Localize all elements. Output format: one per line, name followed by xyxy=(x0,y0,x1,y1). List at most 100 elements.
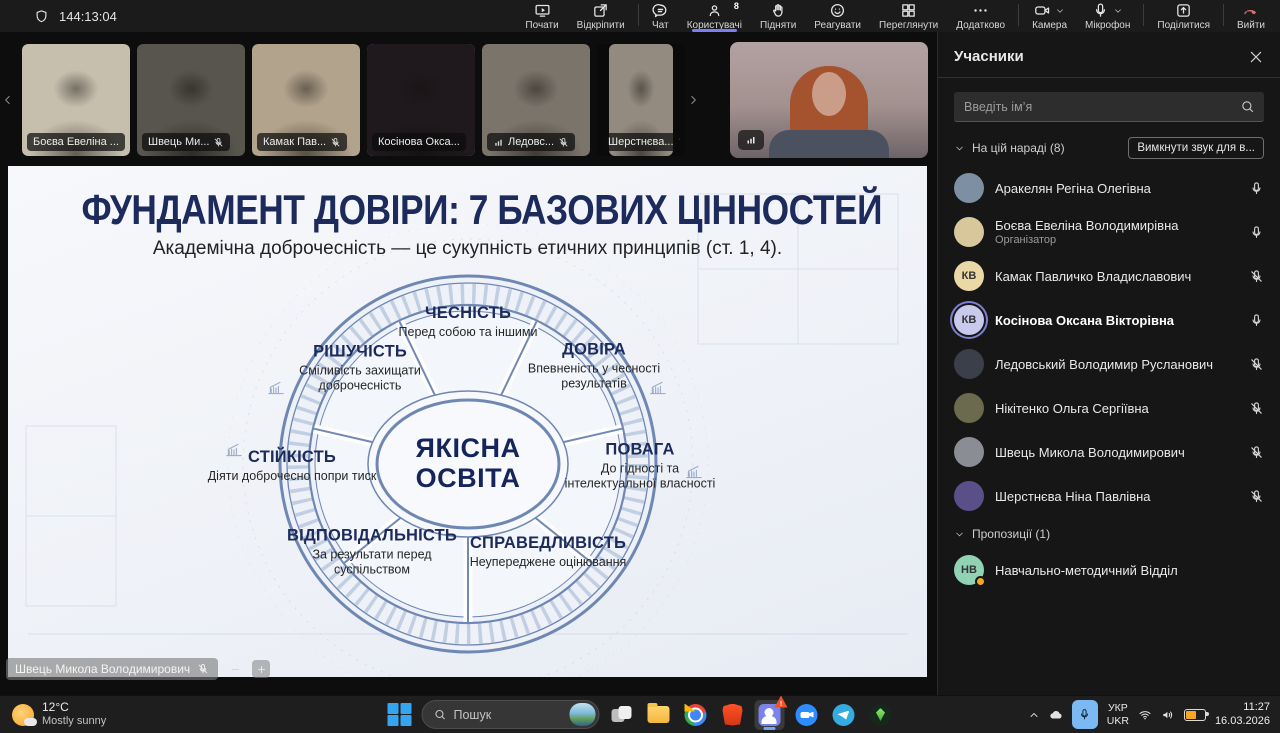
wheel-segment-label: РІШУЧІСТЬ Сміливість захищати доброчесні… xyxy=(274,342,446,394)
participant-name: Боєва Евеліна Володимирівна xyxy=(995,218,1179,233)
chat-button[interactable]: Чат xyxy=(643,0,678,32)
meeting-toolbar: 144:13:04 Почати Відкріпити Чат 8 Корист… xyxy=(0,0,1280,32)
participant-row[interactable]: Нікітенко Ольга Сергіївна xyxy=(938,386,1280,430)
chevron-down-icon[interactable] xyxy=(1055,6,1065,16)
video-tile[interactable]: Швець Ми... xyxy=(137,44,245,156)
taskbar-search[interactable] xyxy=(421,700,600,729)
mic-on-icon[interactable] xyxy=(1249,225,1264,240)
file-explorer-button[interactable] xyxy=(644,700,674,730)
react-button[interactable]: Реагувати xyxy=(805,0,870,32)
mic-in-use-indicator[interactable] xyxy=(1071,700,1098,729)
mic-muted-icon[interactable] xyxy=(1249,357,1264,372)
mute-all-button[interactable]: Вимкнути звук для в... xyxy=(1128,137,1264,159)
participant-name: Камак Павличко Владиславович xyxy=(995,268,1192,284)
avatar xyxy=(954,173,984,203)
chevron-down-icon[interactable] xyxy=(1113,6,1123,16)
divider xyxy=(1143,4,1145,26)
react-smiley-icon xyxy=(829,2,846,19)
segment-description: Перед собою та іншими xyxy=(398,324,538,339)
mic-icon xyxy=(1092,2,1109,19)
participant-name: Шерстнєва... xyxy=(608,136,674,148)
participant-row[interactable]: Боєва Евеліна Володимирівна Організатор xyxy=(938,210,1280,254)
raise-hand-button[interactable]: Підняти xyxy=(751,0,805,32)
suggestion-row[interactable]: НВ Навчально-методичний Відділ xyxy=(938,548,1280,592)
avatar-initials: КВ xyxy=(961,314,977,326)
segment-description: За результати перед суспільством xyxy=(312,547,432,577)
mic-muted-icon[interactable] xyxy=(1249,269,1264,284)
participant-row[interactable]: Шерстнєва Ніна Павлівна xyxy=(938,474,1280,518)
windows-start-button[interactable] xyxy=(385,700,415,730)
participant-row[interactable]: КВ Камак Павличко Владиславович xyxy=(938,254,1280,298)
zoom-out-button[interactable] xyxy=(226,660,244,678)
mic-on-icon[interactable] xyxy=(1249,181,1264,196)
chevron-up-icon[interactable] xyxy=(1028,709,1040,721)
section-suggestions[interactable]: Пропозиції (1) xyxy=(938,518,1280,548)
sims-button[interactable] xyxy=(866,700,896,730)
participant-row[interactable]: Швець Микола Володимирович xyxy=(938,430,1280,474)
participant-search[interactable] xyxy=(954,92,1264,122)
avatar: КВ xyxy=(954,305,984,335)
people-button[interactable]: 8 Користувачі xyxy=(678,0,751,32)
mic-muted-icon[interactable] xyxy=(1249,445,1264,460)
filmstrip-prev-button[interactable] xyxy=(0,80,16,120)
wifi-icon[interactable] xyxy=(1138,708,1152,722)
chat-icon xyxy=(652,2,669,19)
video-tile[interactable]: Шерстнєва... xyxy=(597,44,685,156)
sims-icon xyxy=(869,703,892,726)
avatar xyxy=(954,217,984,247)
windows-logo-icon xyxy=(387,702,412,727)
zoom-button[interactable] xyxy=(792,700,822,730)
mic-muted-icon[interactable] xyxy=(1249,489,1264,504)
mic-muted-icon[interactable] xyxy=(1249,401,1264,416)
share-button[interactable]: Поділитися xyxy=(1148,0,1219,32)
share-icon xyxy=(1175,2,1192,19)
mic-button[interactable]: Мікрофон xyxy=(1076,0,1139,32)
camera-icon xyxy=(1034,2,1051,19)
more-button[interactable]: Додатково xyxy=(947,0,1014,32)
volume-icon[interactable] xyxy=(1161,708,1175,722)
section-in-this-meeting[interactable]: На цій нараді (8) Вимкнути звук для в... xyxy=(938,128,1280,166)
weather-widget[interactable]: 12°C Mostly sunny xyxy=(0,700,106,727)
popout-button[interactable]: Відкріпити xyxy=(568,0,634,32)
video-tile[interactable]: Боєва Евеліна ... xyxy=(22,44,130,156)
teams-button[interactable]: ! xyxy=(754,695,788,730)
segment-description: Неупереджене оцінювання xyxy=(469,554,627,569)
brave-button[interactable] xyxy=(718,700,748,730)
participant-row[interactable]: КВ Косінова Оксана Вікторівна xyxy=(938,298,1280,342)
close-icon[interactable] xyxy=(1248,49,1264,65)
task-view-button[interactable] xyxy=(607,700,637,730)
view-button[interactable]: Переглянути xyxy=(870,0,947,32)
search-input[interactable] xyxy=(954,92,1264,122)
taskbar-clock[interactable]: 11:27 16.03.2026 xyxy=(1215,701,1270,729)
camera-button[interactable]: Камера xyxy=(1023,0,1076,32)
chrome-button[interactable] xyxy=(681,700,711,730)
search-icon xyxy=(434,708,447,721)
zoom-in-button[interactable] xyxy=(252,660,271,678)
avatar-initials: КВ xyxy=(961,270,977,282)
filmstrip-next-button[interactable] xyxy=(685,80,701,120)
search-highlight-image[interactable] xyxy=(569,703,596,726)
meeting-timer: 144:13:04 xyxy=(59,8,117,24)
presenter-name: Швець Микола Володимирович xyxy=(15,662,191,676)
presenter-name-pill: Швець Микола Володимирович xyxy=(6,658,219,680)
onedrive-icon[interactable] xyxy=(1049,708,1063,722)
video-tile[interactable]: Косінова Окса... xyxy=(367,44,475,156)
video-tile[interactable]: Камак Пав... xyxy=(252,44,360,156)
grid-view-icon xyxy=(900,2,917,19)
participant-name: Шерстнєва Ніна Павлівна xyxy=(995,488,1151,504)
participant-row[interactable]: Ледовський Володимир Русланович xyxy=(938,342,1280,386)
taskbar-search-input[interactable] xyxy=(453,707,563,722)
video-tile[interactable]: Ледовс... xyxy=(482,44,590,156)
mic-on-icon[interactable] xyxy=(1249,313,1264,328)
mic-muted-icon xyxy=(213,137,224,148)
participant-row[interactable]: Аракелян Регіна Олегівна xyxy=(938,166,1280,210)
chevron-right-icon xyxy=(686,93,700,107)
language-switcher[interactable]: УКР UKR xyxy=(1107,702,1129,726)
start-presenting-button[interactable]: Почати xyxy=(516,0,567,32)
spotlight-video-tile[interactable] xyxy=(730,42,928,158)
battery-icon[interactable] xyxy=(1183,708,1209,721)
video-tile-label: Шерстнєва... xyxy=(602,133,680,151)
windows-taskbar: 12°C Mostly sunny ! xyxy=(0,695,1280,733)
leave-button[interactable]: Вийти xyxy=(1228,0,1274,32)
telegram-button[interactable] xyxy=(829,700,859,730)
